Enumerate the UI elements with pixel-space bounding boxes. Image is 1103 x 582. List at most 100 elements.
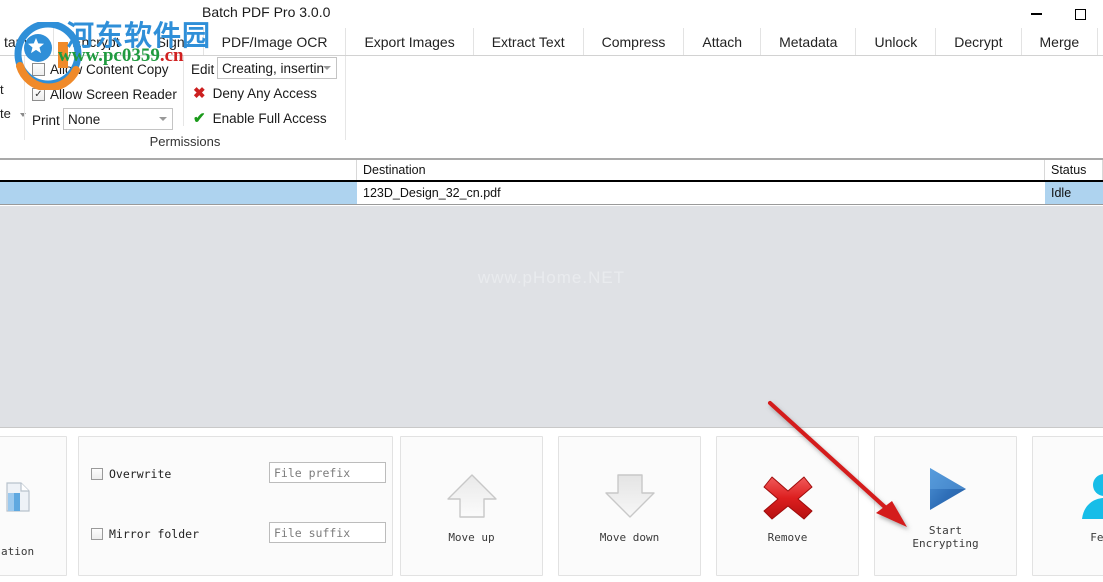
tab-label: Encrypt xyxy=(72,33,120,50)
table-header-row: Destination Status xyxy=(0,160,1103,180)
person-feedback-icon xyxy=(1081,473,1103,519)
remove-button[interactable]: Remove xyxy=(716,436,859,576)
allow-content-copy-checkbox[interactable]: Allow Content Copy xyxy=(32,62,169,77)
tab-label: Extract Text xyxy=(491,33,565,50)
ribbon-tab-strip: tamp Encrypt Sign PDF/Image OCR Export Image… xyxy=(0,28,1103,56)
tab-attach[interactable]: Attach xyxy=(683,28,761,55)
deny-any-access-label: Deny Any Access xyxy=(212,86,317,101)
column-header-label: Destination xyxy=(363,163,426,177)
cell-status[interactable]: Idle xyxy=(1045,182,1103,204)
allow-screen-reader-checkbox[interactable]: ✓ Allow Screen Reader xyxy=(32,87,177,102)
file-prefix-placeholder: File prefix xyxy=(274,465,351,480)
chevron-down-icon xyxy=(159,117,167,121)
file-list-table: Destination Status 123D_Design_32_cn.pdf I… xyxy=(0,158,1103,206)
checkbox-box: ✓ xyxy=(32,88,45,101)
cell-status-text: Idle xyxy=(1051,186,1072,200)
arrow-up-icon xyxy=(446,473,497,518)
tab-export-images[interactable]: Export Images xyxy=(345,28,473,55)
ribbon-stub-line-1: t xyxy=(0,82,4,97)
feedback-button[interactable]: Feed xyxy=(1032,436,1103,576)
move-up-button[interactable]: Move up xyxy=(400,436,543,576)
window-title: Batch PDF Pro 3.0.0 xyxy=(202,4,331,20)
move-up-label: Move up xyxy=(448,530,495,544)
folder-icon xyxy=(6,482,30,512)
column-header-source[interactable] xyxy=(0,160,357,180)
edit-permission-select[interactable]: Creating, insertin xyxy=(217,57,337,79)
tab-label: Merge xyxy=(1039,33,1080,50)
minimize-button[interactable] xyxy=(1014,0,1058,28)
ribbon-clipped-group: t te xyxy=(0,56,26,140)
remove-label: Remove xyxy=(767,530,808,544)
print-permission-value: None xyxy=(68,111,101,127)
edit-label: Edit xyxy=(191,62,215,77)
cell-destination-text: 123D_Design_32_cn.pdf xyxy=(363,186,501,200)
cell-source[interactable] xyxy=(0,182,357,204)
checkbox-box xyxy=(91,468,103,480)
checkbox-box xyxy=(91,528,103,540)
file-prefix-input[interactable]: File prefix xyxy=(269,462,386,483)
edit-permission-value: Creating, insertin xyxy=(222,60,325,76)
page-watermark: www.pHome.NET xyxy=(477,268,626,287)
tab-decrypt[interactable]: Decrypt xyxy=(935,28,1021,55)
permissions-inner-divider xyxy=(183,56,184,126)
tab-label: Unlock xyxy=(874,33,918,50)
table-row-border xyxy=(0,204,1103,205)
ribbon-toolbar: t te Allow Content Copy ✓ Allow Screen R… xyxy=(0,56,1103,156)
tab-split[interactable]: Split xyxy=(1097,28,1103,55)
mirror-folder-label: Mirror folder xyxy=(109,527,200,541)
tab-compress[interactable]: Compress xyxy=(582,28,684,55)
column-header-status[interactable]: Status xyxy=(1045,160,1103,180)
tab-label: Decrypt xyxy=(954,33,1003,50)
ribbon-stub-line-2: te xyxy=(0,106,11,121)
maximize-icon xyxy=(1074,8,1086,20)
enable-full-access-label: Enable Full Access xyxy=(212,111,327,126)
tab-unlock[interactable]: Unlock xyxy=(855,28,936,55)
move-down-button[interactable]: Move down xyxy=(558,436,701,576)
ribbon-divider-right xyxy=(345,56,346,140)
chevron-down-icon xyxy=(323,66,331,70)
print-label: Print xyxy=(32,113,60,128)
check-icon: ✔ xyxy=(193,110,206,127)
play-triangle-icon xyxy=(929,468,966,510)
tab-merge[interactable]: Merge xyxy=(1020,28,1098,55)
file-list-empty-area xyxy=(0,206,1103,427)
permissions-group-label: Permissions xyxy=(149,134,221,149)
feedback-label: Feed xyxy=(1090,530,1103,544)
deny-any-access-button[interactable]: ✖ Deny Any Access xyxy=(193,86,317,101)
arrow-down-icon xyxy=(604,473,655,518)
overwrite-label: Overwrite xyxy=(109,467,172,481)
allow-screen-reader-label: Allow Screen Reader xyxy=(50,87,177,102)
checkbox-box xyxy=(32,63,45,76)
cross-icon: ✖ xyxy=(193,85,206,102)
file-suffix-input[interactable]: File suffix xyxy=(269,522,386,543)
print-permission-select[interactable]: None xyxy=(63,108,173,130)
tab-extract-text[interactable]: Extract Text xyxy=(472,28,583,55)
minimize-icon xyxy=(1030,13,1042,15)
output-options-panel: Overwrite Mirror folder File prefix File… xyxy=(78,436,393,576)
allow-content-copy-label: Allow Content Copy xyxy=(50,62,169,77)
tab-pdf-image-ocr[interactable]: PDF/Image OCR xyxy=(202,28,346,55)
start-encrypting-label: Start Encrypting xyxy=(912,524,979,550)
move-down-label: Move down xyxy=(599,530,660,544)
tab-label: Attach xyxy=(702,33,743,50)
enable-full-access-button[interactable]: ✔ Enable Full Access xyxy=(193,111,327,126)
table-row[interactable]: 123D_Design_32_cn.pdf Idle xyxy=(0,182,1103,204)
tab-label: Export Images xyxy=(364,33,455,50)
maximize-button[interactable] xyxy=(1058,0,1102,28)
remove-x-icon xyxy=(763,476,812,519)
cell-destination[interactable]: 123D_Design_32_cn.pdf xyxy=(357,182,1045,204)
bottom-action-bar: ation Overwrite Mirror folder File prefi… xyxy=(0,427,1103,582)
tab-label: tamp xyxy=(4,33,36,50)
tab-sign[interactable]: Sign xyxy=(137,28,203,55)
start-encrypting-button[interactable]: Start Encrypting xyxy=(874,436,1017,576)
destination-button[interactable]: ation xyxy=(0,436,67,576)
column-header-destination[interactable]: Destination xyxy=(357,160,1045,180)
mirror-folder-checkbox[interactable]: Mirror folder xyxy=(91,527,199,541)
tab-label: Metadata xyxy=(779,33,838,50)
tab-metadata[interactable]: Metadata xyxy=(760,28,856,55)
tab-label: Compress xyxy=(601,33,666,50)
overwrite-checkbox[interactable]: Overwrite xyxy=(91,467,171,481)
tab-encrypt[interactable]: Encrypt xyxy=(53,28,138,55)
application-window: Batch PDF Pro 3.0.0 tamp Encrypt Sign PDF/I… xyxy=(0,0,1103,582)
tab-tamp[interactable]: tamp xyxy=(0,28,54,55)
